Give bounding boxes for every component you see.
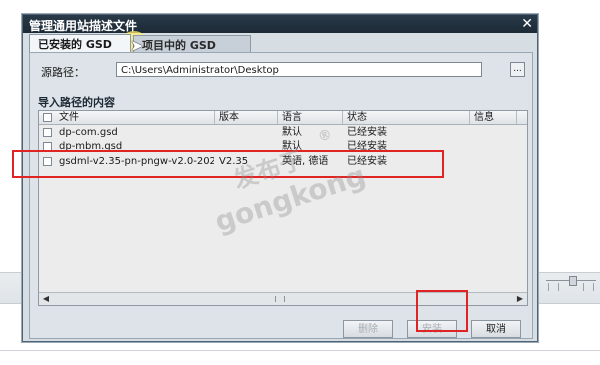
- source-path-label: 源路径：: [41, 66, 85, 79]
- dialog-titlebar: 管理通用站描述文件 ✕: [23, 15, 537, 33]
- cell-status: 已经安装: [347, 127, 387, 138]
- source-path-input[interactable]: C:\Users\Administrator\Desktop: [116, 62, 482, 77]
- cancel-button[interactable]: 取消: [471, 320, 521, 338]
- delete-button[interactable]: 删除: [343, 320, 393, 338]
- table-row[interactable]: dp-com.gsd 默认 已经安装: [39, 126, 527, 140]
- scroll-thumb[interactable]: [275, 296, 285, 302]
- column-header-version[interactable]: 版本: [215, 111, 278, 124]
- cell-info: [474, 140, 519, 154]
- dialog-title: 管理通用站描述文件: [29, 19, 138, 33]
- row-checkbox[interactable]: [43, 128, 52, 137]
- background-zoom-slider-thumb[interactable]: [569, 276, 577, 286]
- scroll-left-icon[interactable]: ◀: [41, 294, 51, 304]
- tab-project-gsd[interactable]: 项目中的 GSD: [133, 35, 251, 52]
- table-header: 文件 版本 语言 状态 信息: [39, 111, 527, 125]
- column-header-status[interactable]: 状态: [343, 111, 470, 124]
- column-header-info[interactable]: 信息: [470, 111, 517, 124]
- highlight-box-gsdml-row: [12, 150, 444, 178]
- select-all-checkbox[interactable]: [43, 113, 52, 122]
- browse-button[interactable]: ...: [510, 62, 525, 77]
- cell-info: [474, 155, 519, 169]
- background-divider: [0, 350, 600, 351]
- cell-file: dp-com.gsd: [59, 127, 118, 138]
- cell-version: [219, 126, 275, 140]
- cell-info: [474, 126, 519, 140]
- scroll-right-icon[interactable]: ▶: [515, 294, 525, 304]
- import-content-heading: 导入路径的内容: [38, 96, 115, 109]
- column-header-file[interactable]: 文件: [55, 111, 215, 124]
- highlight-box-install-button: [416, 290, 468, 332]
- close-icon[interactable]: ✕: [521, 16, 533, 32]
- column-header-language[interactable]: 语言: [278, 111, 343, 124]
- tab-installed-gsd[interactable]: 已安装的 GSD: [29, 34, 131, 53]
